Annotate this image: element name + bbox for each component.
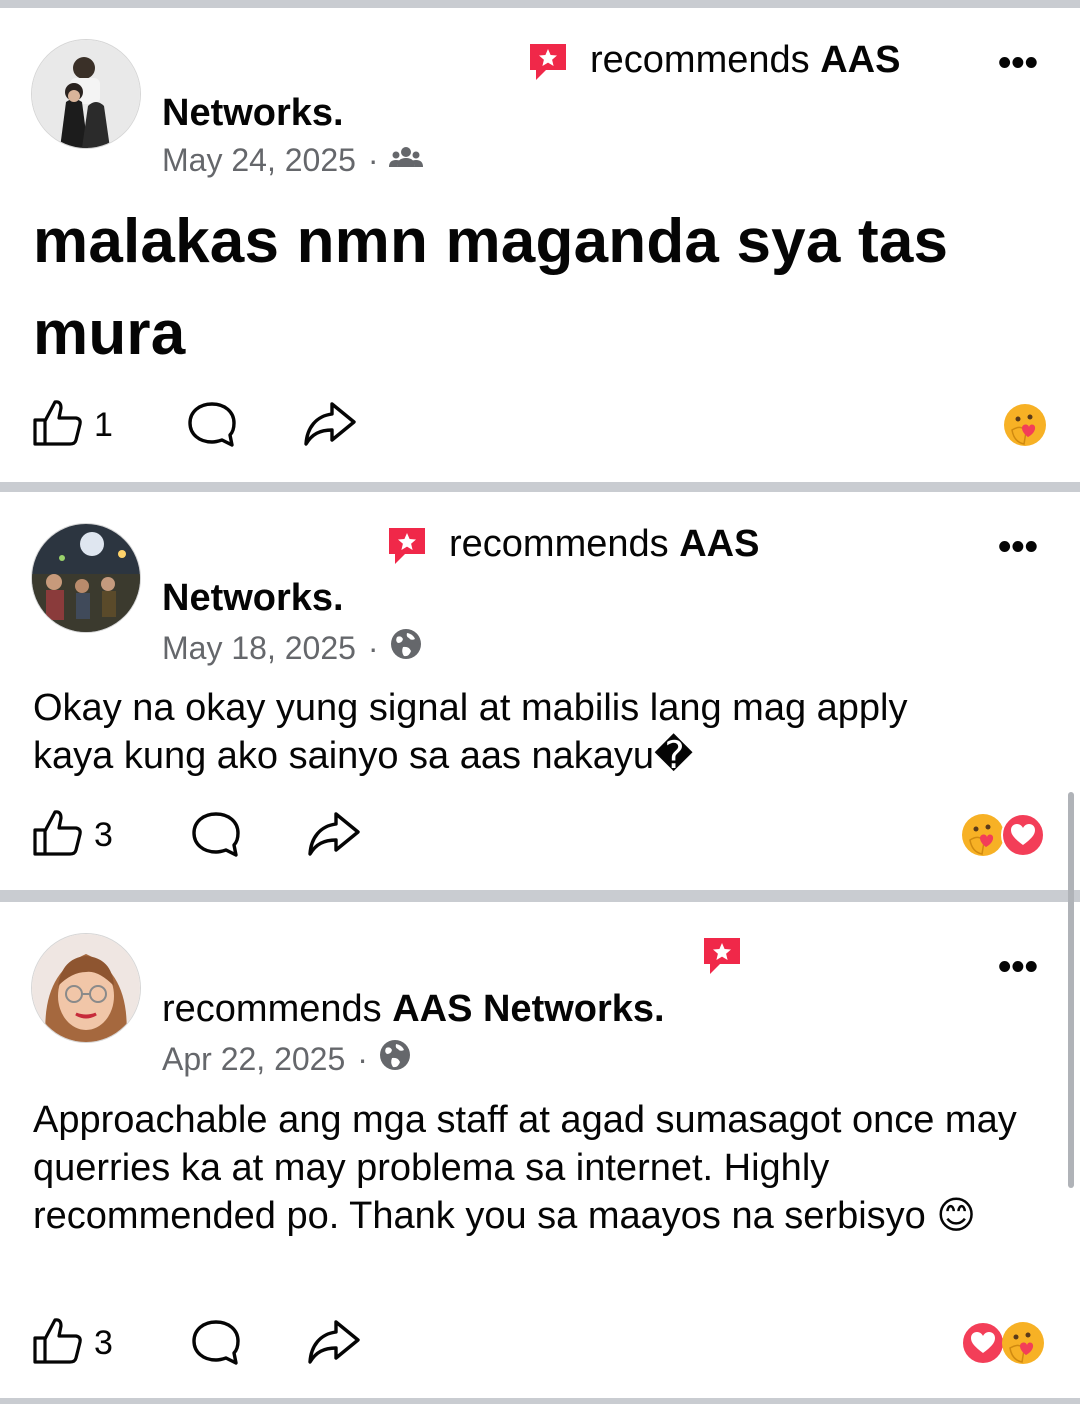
- page-name-link[interactable]: AAS: [679, 523, 759, 565]
- post-text: Approachable ang mga staff at agad sumas…: [33, 1099, 1017, 1237]
- feed-divider: [0, 890, 1080, 902]
- thumbs-up-icon: [32, 398, 84, 453]
- recommend-badge-icon: [526, 40, 570, 89]
- feed-divider: [0, 0, 1080, 8]
- like-button[interactable]: 3: [32, 1316, 113, 1371]
- feed-divider: [0, 482, 1080, 492]
- scrollbar[interactable]: [1068, 792, 1074, 1188]
- like-button[interactable]: 3: [32, 808, 113, 863]
- comment-icon: [190, 810, 242, 865]
- care-reaction-icon: [1002, 402, 1048, 448]
- avatar[interactable]: [32, 40, 140, 148]
- share-icon: [302, 400, 358, 453]
- comment-button[interactable]: [186, 400, 238, 455]
- love-reaction-icon: [1000, 812, 1046, 858]
- more-options-button[interactable]: •••: [998, 946, 1038, 989]
- review-post: recommends AAS ••• Networks. May 18, 202…: [0, 492, 1080, 890]
- page-name-link[interactable]: Networks.: [162, 577, 344, 620]
- share-button[interactable]: [306, 810, 362, 863]
- share-icon: [306, 1318, 362, 1371]
- post-date[interactable]: May 24, 2025: [162, 142, 356, 179]
- page-name-link[interactable]: AAS: [820, 39, 900, 81]
- more-options-button[interactable]: •••: [998, 42, 1038, 85]
- thumbs-up-icon: [32, 1316, 84, 1371]
- more-options-button[interactable]: •••: [998, 526, 1038, 569]
- recommends-label: recommends: [449, 523, 669, 565]
- recommends-label: recommends: [590, 39, 810, 81]
- post-meta: May 24, 2025 ·: [162, 142, 423, 179]
- recommends-line: recommends AAS Networks.: [162, 988, 665, 1031]
- post-text: malakas nmn maganda sya tas mura: [33, 207, 949, 368]
- globe-icon: [378, 1038, 412, 1080]
- post-text: Okay na okay yung signal at mabilis lang…: [33, 687, 908, 777]
- share-button[interactable]: [306, 1318, 362, 1371]
- post-date[interactable]: Apr 22, 2025: [162, 1041, 345, 1078]
- recommends-line: recommends AAS: [590, 39, 900, 82]
- review-post: recommends AAS ••• Networks. May 24, 202…: [0, 8, 1080, 482]
- share-icon: [306, 810, 362, 863]
- like-count: 1: [94, 406, 113, 444]
- thumbs-up-icon: [32, 808, 84, 863]
- like-count: 3: [94, 1324, 113, 1362]
- share-button[interactable]: [302, 400, 358, 453]
- feed-divider: [0, 1398, 1080, 1404]
- reaction-summary[interactable]: [960, 1320, 1046, 1366]
- review-post: ••• recommends AAS Networks. Apr 22, 202…: [0, 902, 1080, 1396]
- comment-icon: [186, 400, 238, 455]
- page-name-link[interactable]: AAS Networks.: [392, 988, 664, 1030]
- reaction-summary[interactable]: [1002, 402, 1048, 448]
- avatar[interactable]: [32, 934, 140, 1042]
- recommends-line: recommends AAS: [449, 523, 759, 566]
- page-name-link[interactable]: Networks.: [162, 92, 344, 135]
- globe-icon: [389, 627, 423, 669]
- care-reaction-icon: [1000, 1320, 1046, 1366]
- like-button[interactable]: 1: [32, 398, 113, 453]
- avatar[interactable]: [32, 524, 140, 632]
- reaction-summary[interactable]: [960, 812, 1046, 858]
- like-count: 3: [94, 816, 113, 854]
- post-meta: Apr 22, 2025 ·: [162, 1038, 412, 1080]
- post-date[interactable]: May 18, 2025: [162, 630, 356, 667]
- comment-button[interactable]: [190, 1318, 242, 1373]
- recommends-label: recommends: [162, 988, 382, 1030]
- recommend-badge-icon: [385, 524, 429, 573]
- friends-icon: [388, 142, 423, 179]
- comment-icon: [190, 1318, 242, 1373]
- recommend-badge-icon: [700, 934, 744, 983]
- comment-button[interactable]: [190, 810, 242, 865]
- post-meta: May 18, 2025 ·: [162, 627, 423, 669]
